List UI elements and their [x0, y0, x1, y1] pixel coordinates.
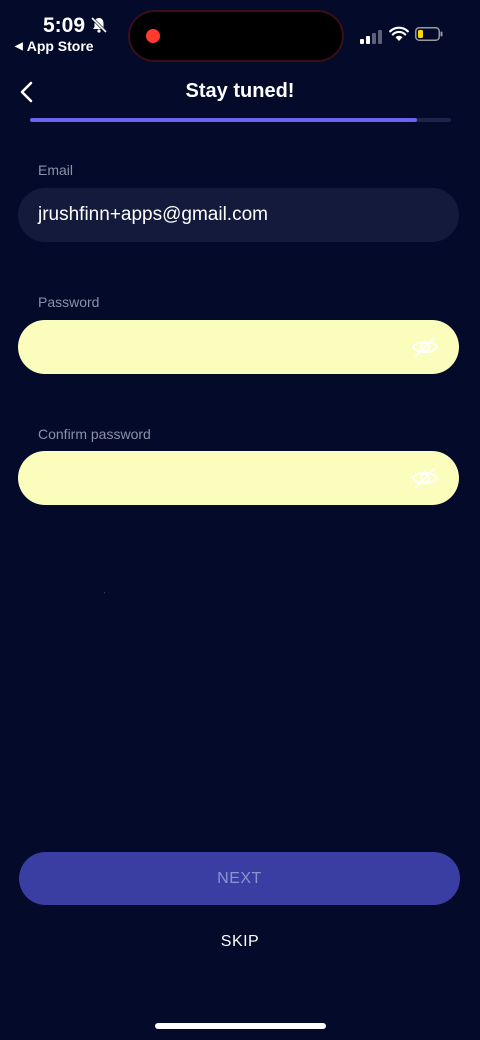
skip-button[interactable]: SKIP [0, 933, 480, 951]
back-triangle-icon: ◀ [15, 40, 23, 52]
battery-low-icon [415, 27, 443, 41]
password-field[interactable] [18, 320, 459, 374]
bell-slash-icon [90, 16, 108, 34]
eye-slash-icon[interactable] [411, 335, 439, 359]
next-button[interactable]: NEXT [19, 852, 460, 905]
email-label: Email [38, 162, 74, 178]
recording-indicator-icon [146, 29, 160, 43]
dynamic-island [130, 12, 342, 60]
confirm-password-field[interactable] [18, 451, 459, 505]
back-app-label: App Store [26, 38, 94, 54]
onboarding-progress-bar [30, 118, 451, 122]
confirm-password-label: Confirm password [38, 426, 151, 442]
password-label: Password [38, 294, 100, 310]
email-field[interactable]: jrushfinn+apps@gmail.com [18, 188, 459, 242]
cellular-signal-icon [360, 30, 382, 44]
stray-mark: ˏ [103, 585, 106, 594]
wifi-icon [389, 26, 409, 41]
eye-slash-icon[interactable] [411, 466, 439, 490]
back-to-app-store-link[interactable]: ◀ App Store [15, 38, 94, 54]
status-time: 5:09 [43, 14, 86, 37]
home-indicator [155, 1023, 326, 1029]
progress-fill [30, 118, 418, 122]
email-value: jrushfinn+apps@gmail.com [38, 204, 268, 225]
page-title: Stay tuned! [185, 80, 295, 102]
